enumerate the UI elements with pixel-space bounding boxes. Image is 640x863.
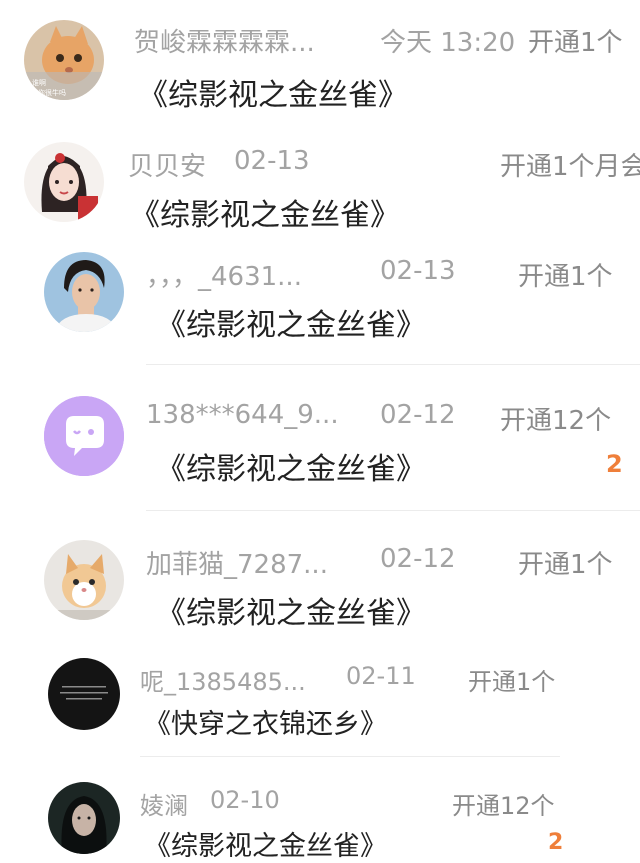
book-title[interactable]: 《快穿之衣锦还乡》: [144, 702, 387, 741]
user-name[interactable]: 加菲猫_7287...: [146, 544, 328, 581]
subscription-status: 开通1个月会: [500, 152, 640, 182]
book-title[interactable]: 《综影视之金丝雀》: [138, 70, 408, 114]
cat-photo-avatar[interactable]: 谁啊 ? 你很牛吗: [24, 20, 104, 100]
purchase-count: 2: [548, 830, 564, 855]
book-title[interactable]: 《综影视之金丝雀》: [144, 824, 387, 863]
subscription-status: 开通1个: [518, 550, 613, 580]
divider: [140, 756, 560, 757]
dark-text-avatar[interactable]: [48, 658, 120, 730]
list-item[interactable]: 加菲猫_7287... 02-12 开通1个 《综影视之金丝雀》: [0, 526, 640, 646]
user-name[interactable]: 贺峻霖霖霖霖...: [134, 22, 315, 59]
book-title[interactable]: 《综影视之金丝雀》: [156, 444, 426, 488]
divider: [146, 364, 640, 365]
man-portrait-avatar[interactable]: [44, 252, 124, 332]
timestamp: 02-13: [380, 256, 456, 286]
avatar-caption: ? 你很牛吗: [32, 89, 66, 97]
list-item[interactable]: 138***644_9... 02-12 开通12个 《综影视之金丝雀》 2: [0, 380, 640, 511]
list-item[interactable]: ，，，_4631... 02-13 开通1个 《综影视之金丝雀》: [0, 240, 640, 365]
list-item[interactable]: 呢_1385485... 02-11 开通1个 《快穿之衣锦还乡》: [0, 652, 640, 762]
timestamp: 02-13: [234, 146, 310, 176]
subscription-status: 开通12个: [500, 406, 612, 436]
book-title[interactable]: 《综影视之金丝雀》: [130, 190, 400, 234]
list-item[interactable]: 贝贝安 02-13 开通1个月会 《综影视之金丝雀》: [0, 130, 640, 233]
book-title[interactable]: 《综影视之金丝雀》: [156, 588, 426, 632]
subscription-status: 开通1个: [528, 28, 623, 58]
list-item[interactable]: 婈澜 02-10 开通12个 《综影视之金丝雀》 2: [0, 770, 640, 862]
dark-girl-avatar[interactable]: [48, 782, 120, 854]
timestamp: 今天 13:20: [380, 28, 516, 58]
kitten-photo-avatar[interactable]: [44, 540, 124, 620]
divider: [146, 510, 640, 511]
list-item[interactable]: 谁啊 ? 你很牛吗 贺峻霖霖霖霖... 今天 13:20 开通1个 《综影视之金…: [0, 0, 640, 120]
user-name[interactable]: ，，，_4631...: [146, 256, 302, 293]
chat-bubble-avatar[interactable]: [44, 396, 124, 476]
user-name[interactable]: 138***644_9...: [146, 400, 339, 430]
user-name[interactable]: 呢_1385485...: [140, 662, 306, 697]
timestamp: 02-11: [346, 662, 416, 690]
timestamp: 02-12: [380, 400, 456, 430]
drawn-girl-avatar[interactable]: [24, 142, 104, 222]
subscription-status: 开通1个: [518, 262, 613, 292]
purchase-count: 2: [606, 450, 623, 478]
avatar-caption: 谁啊: [32, 79, 46, 87]
user-name[interactable]: 贝贝安: [128, 146, 206, 183]
subscription-status: 开通1个: [468, 668, 556, 696]
timestamp: 02-12: [380, 544, 456, 574]
timestamp: 02-10: [210, 786, 280, 814]
subscription-status: 开通12个: [452, 792, 555, 820]
user-name[interactable]: 婈澜: [140, 786, 188, 821]
book-title[interactable]: 《综影视之金丝雀》: [156, 300, 426, 344]
